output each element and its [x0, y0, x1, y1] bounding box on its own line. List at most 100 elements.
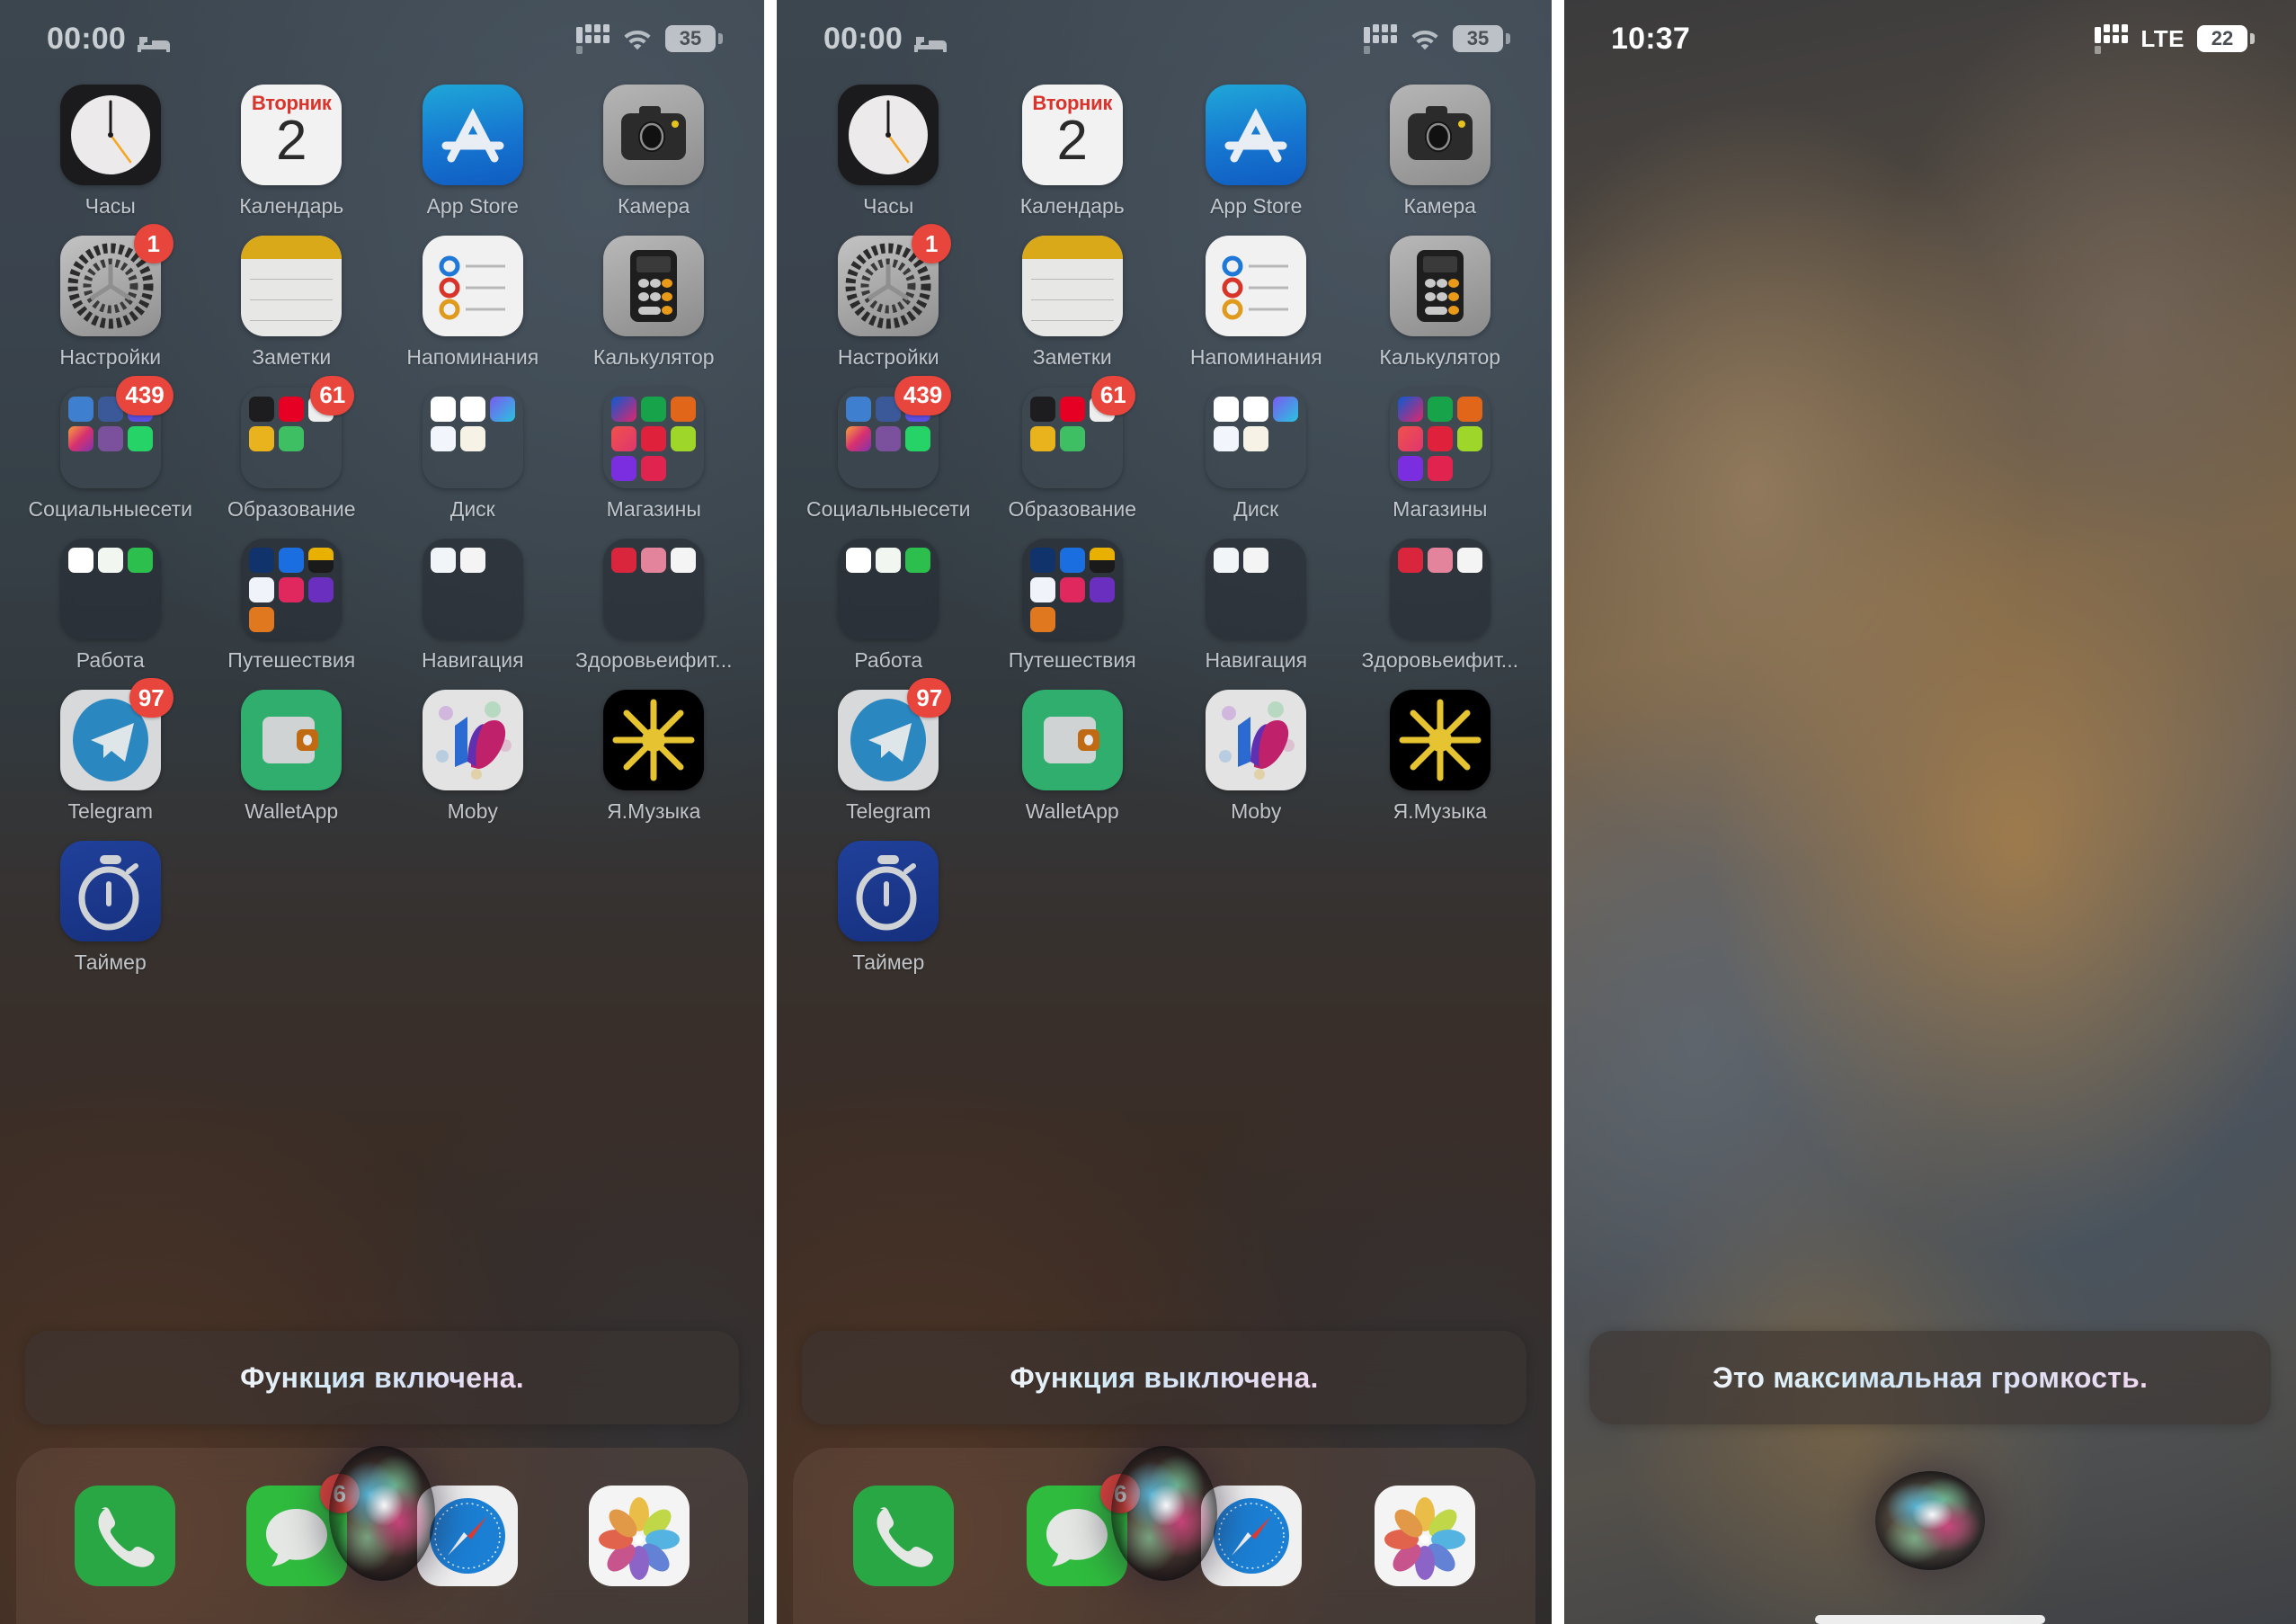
folder-icon[interactable]	[603, 387, 705, 488]
folder-icon[interactable]	[1389, 387, 1491, 488]
folder-icon[interactable]	[59, 538, 161, 639]
app-label: Настройки	[59, 346, 162, 370]
folder-icon[interactable]: 439	[59, 375, 174, 488]
siri-orb[interactable]	[1875, 1471, 1985, 1570]
calendar-icon[interactable]: Вторник 2	[241, 85, 343, 185]
folder-icon[interactable]	[1206, 387, 1307, 488]
timer-icon[interactable]	[59, 841, 161, 942]
app-ya-music[interactable]: Я.Музыка	[1348, 690, 1533, 823]
camera-icon[interactable]	[603, 85, 705, 185]
clock-icon[interactable]	[59, 85, 161, 185]
folder-navigation[interactable]: Навигация	[382, 538, 564, 672]
home-indicator[interactable]	[1815, 1615, 2045, 1624]
folder-icon[interactable]: 439	[838, 375, 952, 488]
folder-disk[interactable]: Диск	[1164, 387, 1348, 521]
folder-shops[interactable]: Магазины	[1348, 387, 1533, 521]
folder-icon[interactable]	[241, 538, 343, 639]
app-walletapp[interactable]: WalletApp	[981, 690, 1165, 823]
app-moby[interactable]: Moby	[382, 690, 564, 823]
folder-icon[interactable]	[422, 387, 523, 488]
app-label: Календарь	[1019, 195, 1125, 218]
telegram-icon[interactable]: 97	[838, 678, 952, 791]
notes-icon[interactable]	[1021, 236, 1123, 337]
app-clock[interactable]: Часы	[20, 85, 201, 218]
notes-icon[interactable]	[241, 236, 343, 337]
app-telegram[interactable]: 97 Telegram	[20, 678, 201, 823]
app-notes[interactable]: Заметки	[201, 236, 383, 369]
settings-icon[interactable]: 1	[59, 224, 174, 337]
app-label: Путешествия	[227, 648, 356, 672]
app-ya-music[interactable]: Я.Музыка	[564, 690, 745, 823]
yandex-music-icon[interactable]	[1389, 690, 1491, 791]
app-store-icon[interactable]	[422, 85, 523, 185]
app-walletapp[interactable]: WalletApp	[201, 690, 383, 823]
app-reminders[interactable]: Напоминания	[1164, 236, 1348, 369]
siri-response-text: Функция выключена.	[1010, 1361, 1319, 1394]
moby-icon[interactable]	[422, 690, 523, 791]
folder-social[interactable]: 439 Социальныесети	[20, 375, 201, 521]
folder-icon[interactable]	[1389, 538, 1491, 639]
app-timer[interactable]: Таймер	[20, 841, 201, 974]
dock-photos-icon[interactable]	[588, 1486, 690, 1586]
folder-travel[interactable]: Путешествия	[981, 538, 1165, 672]
app-calendar[interactable]: Вторник 2 Календарь	[201, 85, 383, 218]
siri-orb[interactable]	[329, 1446, 435, 1581]
folder-social[interactable]: 439 Социальныесети	[796, 375, 981, 521]
folder-icon[interactable]	[838, 538, 939, 639]
clock-icon[interactable]	[838, 85, 939, 185]
dock-phone-icon[interactable]	[852, 1486, 954, 1586]
app-telegram[interactable]: 97 Telegram	[796, 678, 981, 823]
reminders-icon[interactable]	[1206, 236, 1307, 337]
folder-icon[interactable]: 61	[241, 375, 355, 488]
moby-icon[interactable]	[1206, 690, 1307, 791]
folder-health[interactable]: Здоровьеифит...	[1348, 538, 1533, 672]
folder-navigation[interactable]: Навигация	[1164, 538, 1348, 672]
camera-icon[interactable]	[1389, 85, 1491, 185]
reminders-icon[interactable]	[422, 236, 523, 337]
yandex-music-icon[interactable]	[603, 690, 705, 791]
folder-icon[interactable]	[422, 538, 523, 639]
battery-percent: 22	[2211, 27, 2234, 49]
app-reminders[interactable]: Напоминания	[382, 236, 564, 369]
calculator-icon[interactable]	[1389, 236, 1491, 337]
app-clock[interactable]: Часы	[796, 85, 981, 218]
app-calculator[interactable]: Калькулятор	[564, 236, 745, 369]
app-camera[interactable]: Камера	[564, 85, 745, 218]
timer-icon[interactable]	[838, 841, 939, 942]
dock-photos-icon[interactable]	[1375, 1486, 1476, 1586]
app-appstore[interactable]: App Store	[1164, 85, 1348, 218]
folder-icon[interactable]: 61	[1021, 375, 1135, 488]
folder-work[interactable]: Работа	[796, 538, 981, 672]
calendar-icon[interactable]: Вторник 2	[1021, 85, 1123, 185]
app-notes[interactable]: Заметки	[981, 236, 1165, 369]
app-calculator[interactable]: Калькулятор	[1348, 236, 1533, 369]
folder-icon[interactable]	[1021, 538, 1123, 639]
app-settings[interactable]: 1 Настройки	[796, 224, 981, 369]
app-label: Магазины	[1393, 497, 1488, 521]
folder-disk[interactable]: Диск	[382, 387, 564, 521]
folder-icon[interactable]	[603, 538, 705, 639]
folder-work[interactable]: Работа	[20, 538, 201, 672]
dock-phone-icon[interactable]	[75, 1486, 176, 1586]
settings-icon[interactable]: 1	[838, 224, 952, 337]
app-calendar[interactable]: Вторник 2 Календарь	[981, 85, 1165, 218]
calculator-icon[interactable]	[603, 236, 705, 337]
folder-travel[interactable]: Путешествия	[201, 538, 383, 672]
siri-orb[interactable]	[1111, 1446, 1217, 1581]
app-settings[interactable]: 1 Настройки	[20, 224, 201, 370]
folder-education[interactable]: 61 Образование	[201, 375, 383, 521]
siri-response-banner: Функция выключена.	[802, 1331, 1526, 1424]
app-appstore[interactable]: App Store	[382, 85, 564, 218]
wallet-icon[interactable]	[241, 690, 343, 791]
telegram-icon[interactable]: 97	[59, 678, 174, 791]
app-moby[interactable]: Moby	[1164, 690, 1348, 823]
app-timer[interactable]: Таймер	[796, 841, 981, 974]
app-store-icon[interactable]	[1206, 85, 1307, 185]
folder-icon[interactable]	[1206, 538, 1307, 639]
wallet-icon[interactable]	[1021, 690, 1123, 791]
folder-health[interactable]: Здоровьеифит...	[564, 538, 745, 672]
folder-education[interactable]: 61 Образование	[981, 375, 1165, 521]
app-label: Я.Музыка	[607, 800, 701, 824]
folder-shops[interactable]: Магазины	[564, 387, 745, 521]
app-camera[interactable]: Камера	[1348, 85, 1533, 218]
